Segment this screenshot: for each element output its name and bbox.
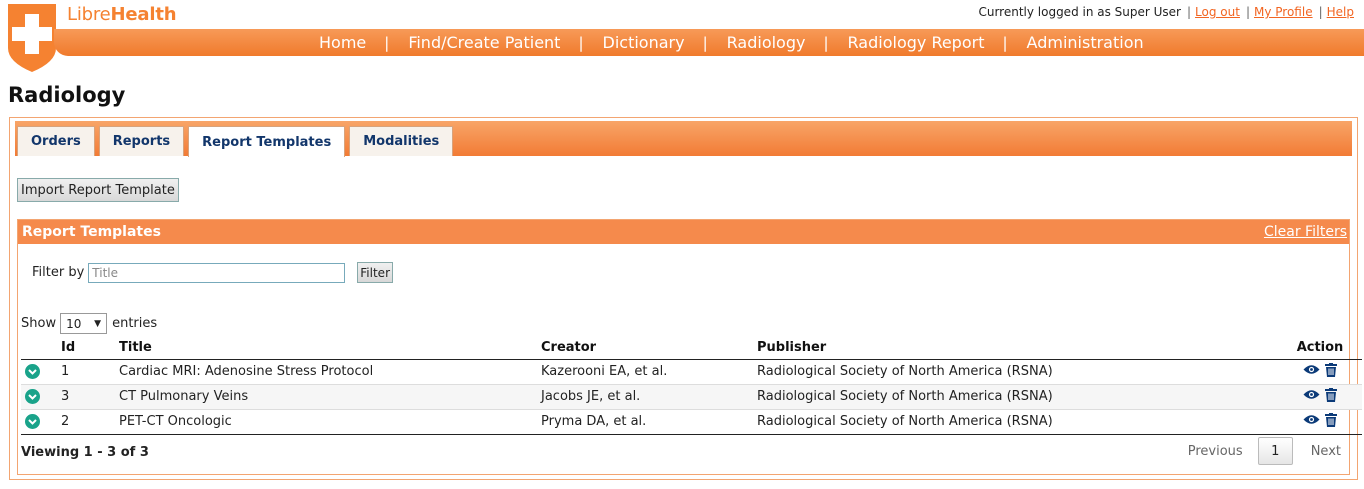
chevron-down-circle-icon[interactable] [25,389,40,405]
chevron-down-icon: ▼ [94,318,102,329]
filter-label: Filter by [32,265,85,280]
help-link[interactable]: Help [1327,5,1354,19]
report-templates-table: Id Title Creator Publisher Action 1 Card… [21,336,1362,435]
clear-filters-link[interactable]: Clear Filters [1264,224,1347,240]
row-creator: Pryma DA, et al. [537,409,753,435]
brand-health: Health [110,4,177,25]
brand-libre: Libre [67,4,111,25]
table-row: 3 CT Pulmonary Veins Jacobs JE, et al. R… [21,384,1362,410]
previous-page-button[interactable]: Previous [1188,444,1243,459]
entries-select-value: 10 [66,316,82,331]
entries-label: entries [112,316,158,331]
entries-select[interactable]: 10 ▼ [60,313,108,334]
nav-home[interactable]: Home [300,33,384,52]
expand-column-header [21,336,57,360]
page-length-control: Show 10 ▼ entries [21,313,157,334]
nav-find-create-patient[interactable]: Find/Create Patient [389,33,578,52]
nav-dictionary[interactable]: Dictionary [584,33,703,52]
tab-modalities[interactable]: Modalities [349,126,454,156]
eye-icon[interactable] [1303,364,1320,379]
page-title: Radiology [8,83,126,107]
filter-button[interactable]: Filter [357,262,393,283]
row-title: CT Pulmonary Veins [115,384,537,410]
row-actions [1278,409,1362,435]
brand-name[interactable]: LibreHealth [67,4,177,25]
filter-title-input[interactable] [88,262,346,283]
tab-report-templates[interactable]: Report Templates [188,126,346,157]
column-header-title[interactable]: Title [115,336,537,360]
column-header-publisher[interactable]: Publisher [753,336,1278,360]
nav-radiology-report[interactable]: Radiology Report [829,33,1003,52]
row-publisher: Radiological Society of North America (R… [753,409,1278,435]
section-header: Report Templates Clear Filters [18,220,1349,244]
section-title: Report Templates [22,224,161,240]
row-title: PET-CT Oncologic [115,409,537,435]
row-publisher: Radiological Society of North America (R… [753,384,1278,410]
tabs: Orders Reports Report Templates Modaliti… [17,126,457,157]
row-publisher: Radiological Society of North America (R… [753,359,1278,385]
chevron-down-circle-icon[interactable] [25,414,40,430]
librehealth-logo-icon [6,4,58,72]
logged-in-text: Currently logged in as Super User [978,5,1181,19]
row-id: 2 [57,409,115,435]
page-1-button[interactable]: 1 [1257,437,1293,465]
show-label: Show [21,316,57,331]
row-creator: Kazerooni EA, et al. [537,359,753,385]
row-actions [1278,384,1362,410]
main-nav: Home | Find/Create Patient | Dictionary … [300,30,1162,55]
filter-row: Filter by Filter [32,262,393,283]
eye-icon[interactable] [1303,414,1320,429]
tab-reports[interactable]: Reports [98,126,185,156]
row-id: 1 [57,359,115,385]
radiology-panel: Orders Reports Report Templates Modaliti… [9,117,1362,480]
tab-strip: Orders Reports Report Templates Modaliti… [15,121,1352,157]
row-actions [1278,359,1362,385]
trash-icon[interactable] [1324,387,1337,406]
nav-administration[interactable]: Administration [1008,33,1162,52]
nav-radiology[interactable]: Radiology [708,33,824,52]
table-row: 2 PET-CT Oncologic Pryma DA, et al. Radi… [21,409,1362,435]
chevron-down-circle-icon[interactable] [25,364,40,380]
column-header-action: Action [1278,336,1362,360]
my-profile-link[interactable]: My Profile [1254,5,1313,19]
row-id: 3 [57,384,115,410]
logout-link[interactable]: Log out [1195,5,1240,19]
table-info: Viewing 1 - 3 of 3 [21,445,149,460]
tab-orders[interactable]: Orders [17,126,95,156]
trash-icon[interactable] [1324,362,1337,381]
report-templates-section: Report Templates Clear Filters Filter by… [17,219,1362,475]
eye-icon[interactable] [1303,389,1320,404]
table-header-row: Id Title Creator Publisher Action [21,336,1362,360]
column-header-id[interactable]: Id [57,336,115,360]
row-title: Cardiac MRI: Adenosine Stress Protocol [115,359,537,385]
pagination: Previous 1 Next [1188,437,1341,465]
next-page-button[interactable]: Next [1311,444,1341,459]
row-creator: Jacobs JE, et al. [537,384,753,410]
user-bar: Currently logged in as Super User | Log … [978,5,1354,19]
column-header-creator[interactable]: Creator [537,336,753,360]
import-report-template-button[interactable]: Import Report Template [17,178,179,202]
table-row: 1 Cardiac MRI: Adenosine Stress Protocol… [21,359,1362,385]
trash-icon[interactable] [1324,412,1337,431]
